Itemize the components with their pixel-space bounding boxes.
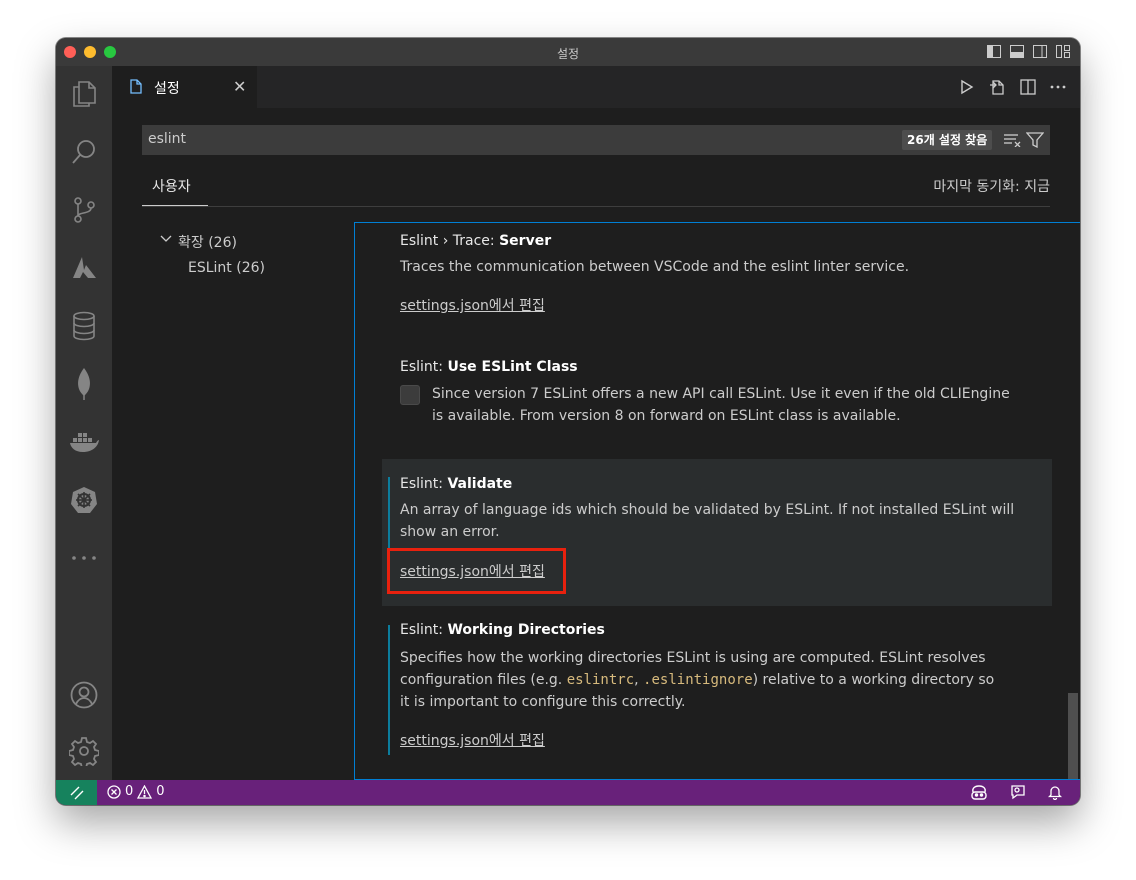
mongodb-leaf-icon[interactable] — [56, 360, 112, 408]
tab-label: 설정 — [154, 81, 180, 97]
more-actions-icon[interactable] — [1050, 85, 1066, 89]
clear-filter-icon[interactable] — [1003, 133, 1021, 147]
code-eslintignore: .eslintignore — [643, 672, 753, 688]
activity-bar — [56, 66, 112, 780]
open-settings-json-icon[interactable] — [988, 78, 1006, 96]
setting-description: configuration files (e.g. eslintrc, .esl… — [400, 672, 995, 688]
setting-trace-server: Eslint › Trace: Server Traces the commun… — [355, 223, 1080, 333]
kubernetes-icon[interactable] — [56, 476, 112, 524]
toggle-panel-icon[interactable] — [1010, 45, 1024, 58]
edit-in-settings-json-link[interactable]: settings.json에서 편집 — [400, 730, 545, 750]
filter-icon[interactable] — [1026, 132, 1044, 148]
setting-title: Eslint › Trace: Server — [400, 233, 552, 249]
search-icon[interactable] — [56, 128, 112, 176]
split-editor-icon[interactable] — [1020, 79, 1036, 95]
setting-description: show an error. — [400, 524, 500, 540]
highlight-annotation-box — [387, 548, 566, 594]
error-icon — [107, 784, 121, 799]
remote-icon — [70, 786, 83, 799]
customize-layout-icon[interactable] — [1056, 45, 1070, 58]
settings-list: Eslint › Trace: Server Traces the commun… — [354, 222, 1080, 780]
file-icon — [130, 79, 142, 94]
feedback-icon[interactable] — [1010, 784, 1026, 800]
toc-item-eslint[interactable]: ESLint (26) — [188, 260, 265, 276]
settings-editor: eslint 26개 설정 찾음 사용자 마지막 동기화: 지금 확장 (26)… — [112, 108, 1080, 780]
tab-close-button[interactable]: ✕ — [233, 77, 246, 96]
layout-controls — [987, 45, 1070, 58]
more-views-icon[interactable] — [56, 534, 112, 582]
problems-indicator[interactable]: 0 0 — [107, 784, 165, 799]
azure-icon[interactable] — [56, 244, 112, 292]
remote-indicator[interactable] — [56, 780, 97, 805]
setting-title: Eslint: Working Directories — [400, 622, 605, 638]
toggle-secondary-sidebar-icon[interactable] — [1033, 45, 1047, 58]
copilot-icon[interactable] — [970, 784, 988, 800]
vscode-window: 설정 설정 ✕ eslint 26개 설정 찾음 사용자 마지막 동기화: 지금… — [56, 38, 1080, 805]
database-icon[interactable] — [56, 302, 112, 350]
title-bar: 설정 — [56, 38, 1080, 67]
error-count: 0 — [125, 784, 134, 799]
account-icon[interactable] — [56, 671, 112, 719]
setting-use-eslint-class: Eslint: Use ESLint Class Since version 7… — [355, 353, 1080, 453]
docker-icon[interactable] — [56, 418, 112, 466]
manage-gear-icon[interactable] — [56, 727, 112, 775]
editor-tab-bar: 설정 ✕ — [112, 66, 1080, 108]
settings-search-input[interactable]: eslint 26개 설정 찾음 — [142, 125, 1050, 155]
search-result-count: 26개 설정 찾음 — [902, 130, 993, 150]
run-icon[interactable] — [960, 79, 974, 95]
setting-description: it is important to configure this correc… — [400, 694, 686, 710]
setting-title: Eslint: Use ESLint Class — [400, 359, 578, 375]
toc-item-extensions[interactable]: 확장 (26) — [178, 232, 237, 252]
search-value[interactable]: eslint — [148, 131, 186, 147]
setting-description: An array of language ids which should be… — [400, 502, 1015, 518]
warning-icon — [137, 784, 153, 799]
toggle-sidebar-icon[interactable] — [987, 45, 1001, 58]
notifications-bell-icon[interactable] — [1048, 784, 1062, 800]
use-eslint-class-checkbox[interactable] — [400, 385, 420, 405]
tab-user-scope[interactable]: 사용자 — [142, 174, 208, 208]
scope-tab-label: 사용자 — [152, 179, 191, 195]
scope-divider — [142, 206, 1050, 207]
editor-actions — [960, 78, 1066, 96]
setting-description: Traces the communication between VSCode … — [400, 259, 910, 275]
code-eslintrc: eslintrc — [566, 672, 635, 688]
explorer-icon[interactable] — [56, 70, 112, 118]
status-bar-right — [970, 784, 1062, 800]
edit-in-settings-json-link[interactable]: settings.json에서 편집 — [400, 295, 545, 315]
setting-description: Specifies how the working directories ES… — [400, 650, 986, 666]
source-control-icon[interactable] — [56, 186, 112, 234]
setting-description: is available. From version 8 on forward … — [432, 408, 901, 424]
status-bar: 0 0 — [56, 780, 1080, 805]
warning-count: 0 — [156, 784, 165, 799]
chevron-down-icon[interactable] — [160, 235, 172, 243]
tab-settings[interactable]: 설정 ✕ — [112, 66, 257, 108]
setting-working-directories: Eslint: Working Directories Specifies ho… — [355, 613, 1080, 773]
sync-status: 마지막 동기화: 지금 — [933, 179, 1050, 195]
scrollbar-thumb[interactable] — [1068, 693, 1078, 779]
setting-title: Eslint: Validate — [400, 476, 513, 492]
window-title: 설정 — [556, 47, 580, 61]
setting-description: Since version 7 ESLint offers a new API … — [432, 386, 1010, 402]
